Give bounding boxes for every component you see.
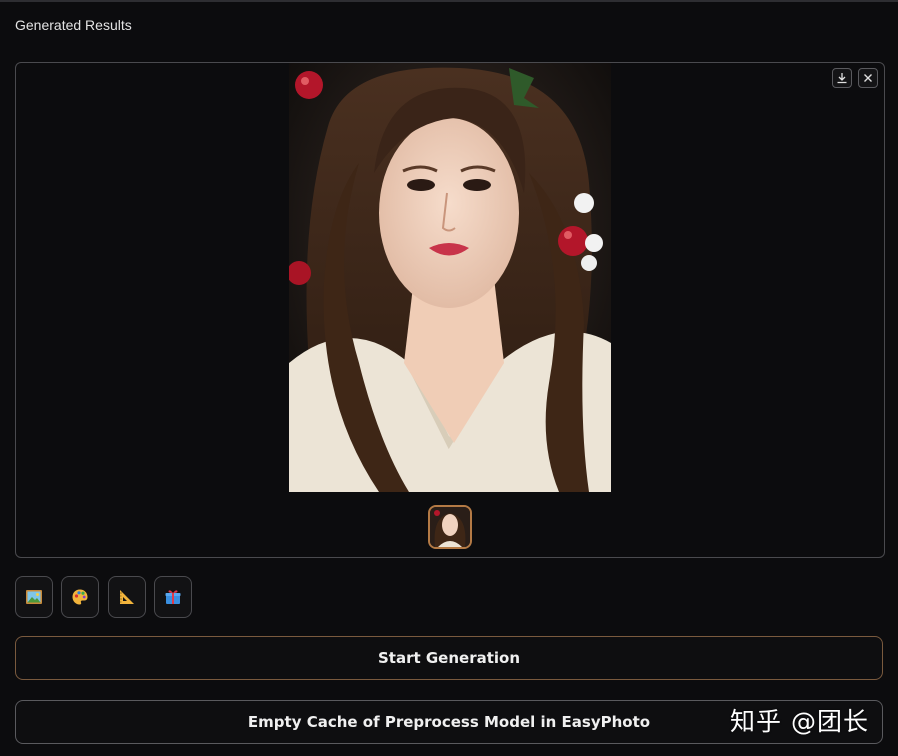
palette-icon [72,589,88,605]
send-to-image-button[interactable] [15,576,53,618]
top-divider [0,0,898,2]
gift-icon [165,590,181,604]
triangle-ruler-icon [120,590,134,604]
send-to-gift-button[interactable] [154,576,192,618]
section-title: Generated Results [15,17,132,33]
start-generation-button[interactable]: Start Generation [15,636,883,680]
close-icon [864,74,872,82]
image-gallery [15,62,885,558]
download-icon [837,73,847,84]
generated-image[interactable] [289,63,611,492]
close-button[interactable] [858,68,878,88]
watermark: 知乎 @团长 [730,707,869,736]
download-button[interactable] [832,68,852,88]
send-to-style-button[interactable] [61,576,99,618]
send-to-ruler-button[interactable] [108,576,146,618]
image-icon [26,590,42,604]
thumbnail-item[interactable] [428,505,472,549]
